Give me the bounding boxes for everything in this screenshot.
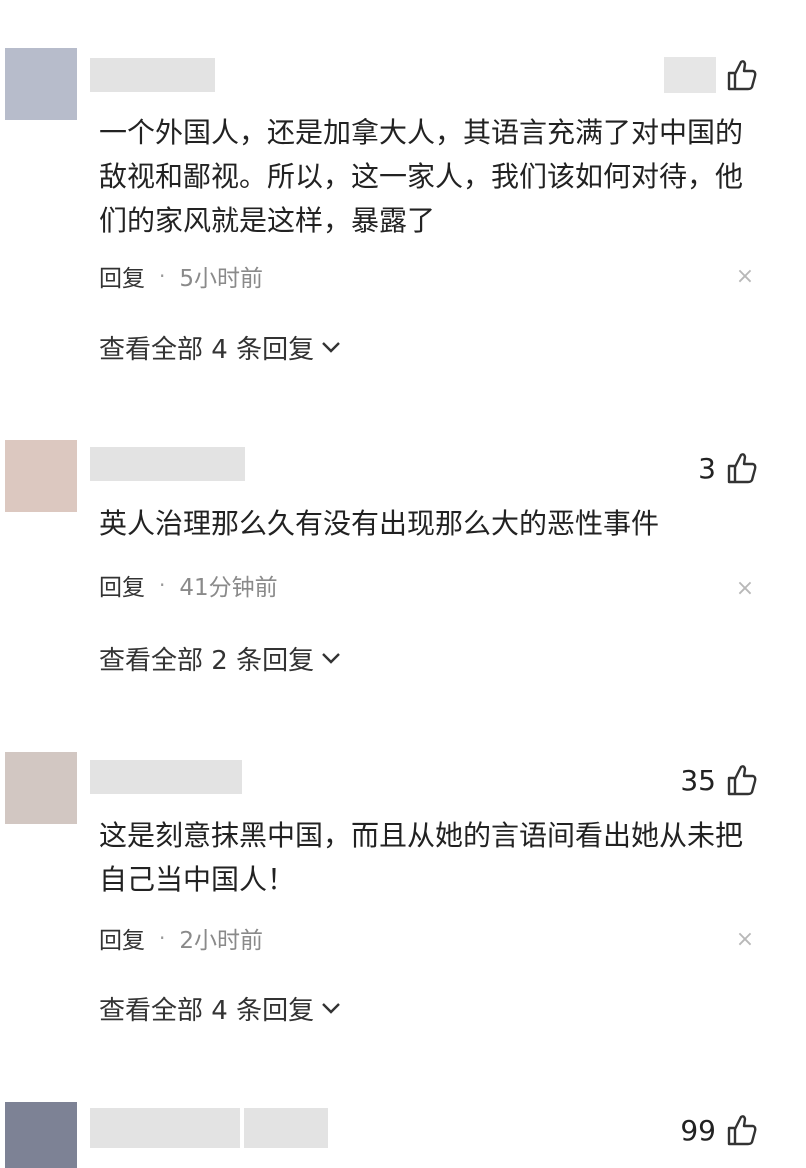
comment-text: 这是刻意抹黑中国，而且从她的言语间看出她从未把 自己当中国人！ xyxy=(99,814,749,902)
view-all-label: 查看全部 2 条回复 xyxy=(99,645,315,676)
like-area[interactable]: 99 xyxy=(680,1110,758,1150)
comment-line: 这是刻意抹黑中国，而且从她的言语间看出她从未把 xyxy=(99,819,744,852)
close-icon[interactable]: × xyxy=(734,266,756,288)
like-count: 99 xyxy=(680,1113,716,1147)
reply-button[interactable]: 回复 xyxy=(99,259,145,293)
close-icon[interactable]: × xyxy=(734,929,756,951)
comment-meta: 回复 · 41分钟前 xyxy=(99,567,278,603)
like-count: 3 xyxy=(698,451,716,485)
like-area[interactable]: 35 xyxy=(680,760,758,800)
like-count-blurred xyxy=(664,57,716,93)
username-blurred[interactable] xyxy=(90,58,215,92)
chevron-down-icon xyxy=(322,342,340,353)
comment-line: 英人治理那么久有没有出现那么大的恶性事件 xyxy=(99,507,660,540)
thumbs-up-icon[interactable] xyxy=(726,451,758,485)
timestamp: 2小时前 xyxy=(179,928,263,954)
view-all-replies-button[interactable]: 查看全部 4 条回复 xyxy=(99,988,342,1028)
like-area[interactable]: 3 xyxy=(698,448,758,488)
timestamp: 41分钟前 xyxy=(179,575,278,601)
view-all-label: 查看全部 4 条回复 xyxy=(99,334,315,365)
thumbs-up-icon[interactable] xyxy=(726,1113,758,1147)
reply-button[interactable]: 回复 xyxy=(99,921,145,955)
comment-meta: 回复 · 5小时前 xyxy=(99,258,263,294)
avatar[interactable] xyxy=(5,440,77,512)
thumbs-up-icon[interactable] xyxy=(726,58,758,92)
avatar[interactable] xyxy=(5,752,77,824)
username-blurred[interactable] xyxy=(90,1108,240,1148)
avatar[interactable] xyxy=(5,1102,77,1168)
comment-line: 敌视和鄙视。所以，这一家人，我们该如何对待，他 xyxy=(99,160,744,193)
close-icon[interactable]: × xyxy=(734,578,756,600)
comment-meta: 回复 · 2小时前 xyxy=(99,920,263,956)
comment-line: 一个外国人，还是加拿大人，其语言充满了对中国的 xyxy=(99,116,744,149)
view-all-replies-button[interactable]: 查看全部 4 条回复 xyxy=(99,327,342,367)
thumbs-up-icon[interactable] xyxy=(726,763,758,797)
avatar[interactable] xyxy=(5,48,77,120)
like-area[interactable] xyxy=(664,55,758,95)
separator-dot: · xyxy=(159,926,166,950)
comment-line: 们的家风就是这样，暴露了 xyxy=(99,204,436,237)
separator-dot: · xyxy=(159,264,166,288)
comment-text: 一个外国人，还是加拿大人，其语言充满了对中国的 敌视和鄙视。所以，这一家人，我们… xyxy=(99,111,749,243)
comment-text: 英人治理那么久有没有出现那么大的恶性事件 xyxy=(99,502,749,546)
username-blurred[interactable] xyxy=(90,447,245,481)
reply-button[interactable]: 回复 xyxy=(99,568,145,602)
comment-line: 自己当中国人！ xyxy=(99,863,296,896)
view-all-label: 查看全部 4 条回复 xyxy=(99,995,315,1026)
timestamp: 5小时前 xyxy=(179,266,263,292)
username-blurred[interactable] xyxy=(90,760,242,794)
chevron-down-icon xyxy=(322,653,340,664)
like-count: 35 xyxy=(680,763,716,797)
separator-dot: · xyxy=(159,573,166,597)
chevron-down-icon xyxy=(322,1003,340,1014)
username-blurred[interactable] xyxy=(244,1108,328,1148)
view-all-replies-button[interactable]: 查看全部 2 条回复 xyxy=(99,638,342,678)
